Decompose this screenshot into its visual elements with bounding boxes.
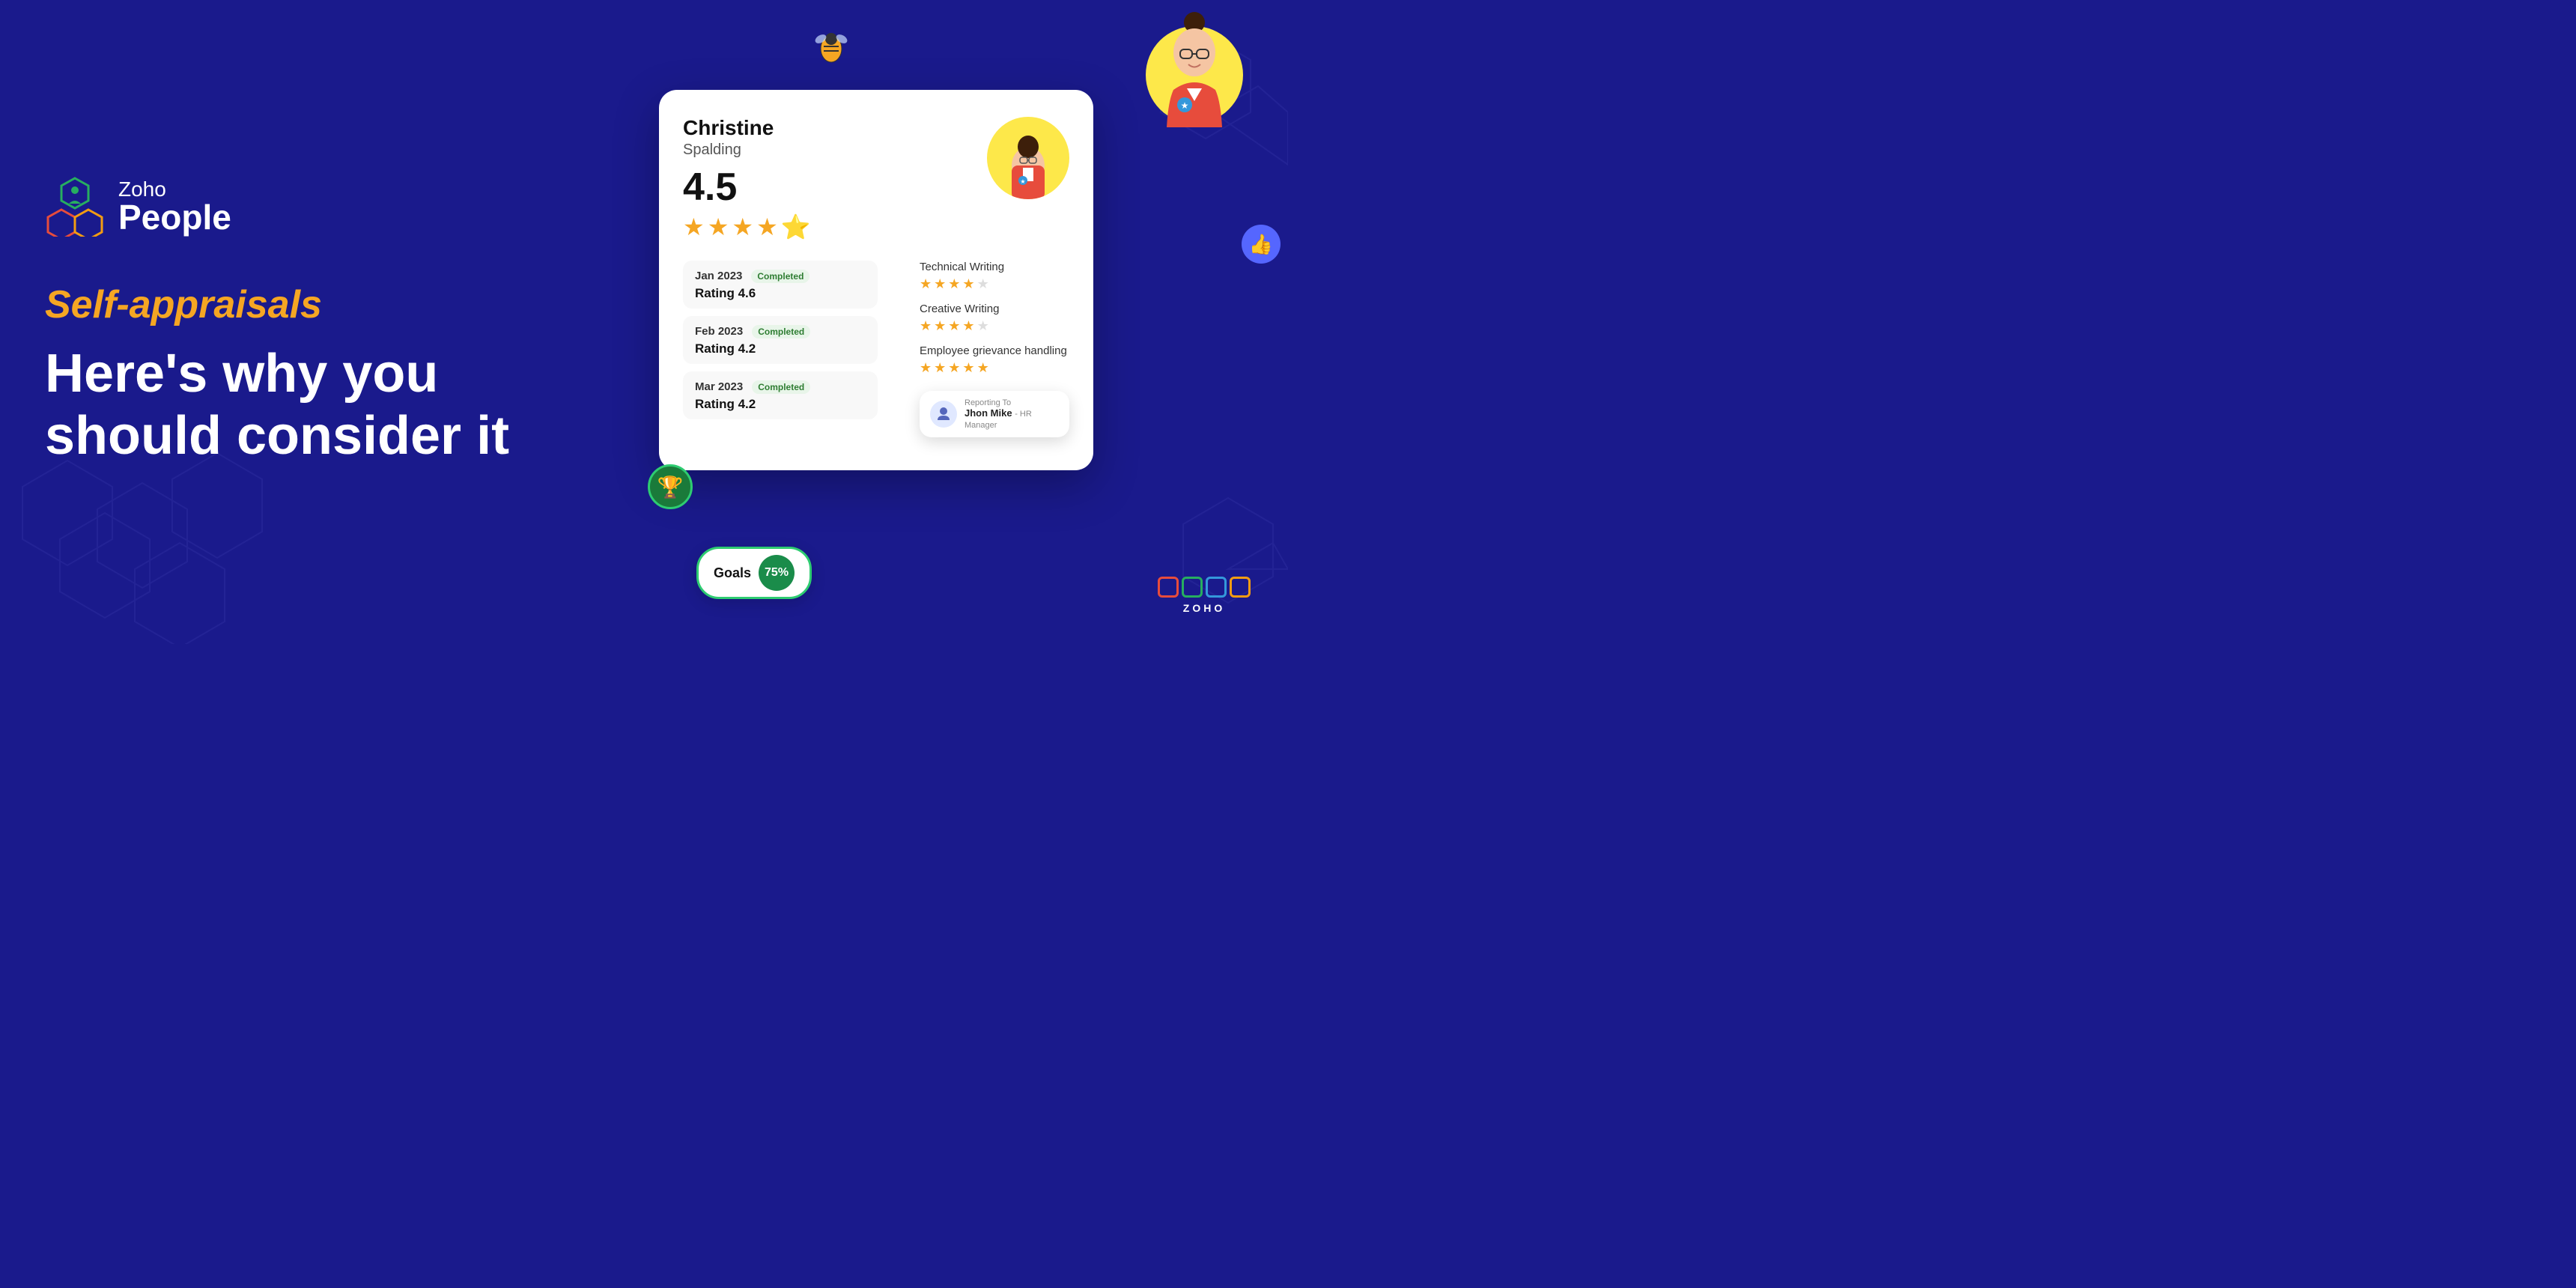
appraisal-mar-header: Mar 2023 Completed bbox=[695, 380, 866, 394]
right-panel: ★ 👍 🏆 Christine Spalding 4.5 ★ bbox=[614, 0, 1288, 644]
logo-text: Zoho People bbox=[118, 179, 231, 234]
logo-area: Zoho People bbox=[45, 177, 644, 237]
skill-grievance: Employee grievance handling ★ ★ ★ ★ ★ bbox=[920, 344, 1069, 376]
mar-rating: Rating 4.2 bbox=[695, 397, 866, 412]
person-avatar: ★ bbox=[987, 117, 1069, 214]
zoho-box-green bbox=[1182, 577, 1203, 598]
appraisal-feb: Feb 2023 Completed Rating 4.2 bbox=[683, 316, 878, 364]
overall-rating: 4.5 bbox=[683, 165, 811, 210]
reporting-avatar bbox=[930, 401, 957, 428]
appraisal-feb-header: Feb 2023 Completed bbox=[695, 325, 866, 338]
tagline-line1: Here's why you bbox=[45, 343, 644, 405]
skill-grievance-stars: ★ ★ ★ ★ ★ bbox=[920, 360, 1069, 376]
reporting-to-label: Reporting To bbox=[965, 398, 1059, 407]
jan-status: Completed bbox=[751, 270, 809, 283]
person-last-name: Spalding bbox=[683, 142, 811, 159]
skill-technical-writing-name: Technical Writing bbox=[920, 261, 1069, 273]
card-body: Jan 2023 Completed Rating 4.6 Feb 2023 C… bbox=[683, 261, 1069, 437]
star-5: ⭐ bbox=[781, 213, 811, 241]
feb-rating: Rating 4.2 bbox=[695, 341, 866, 356]
star-2: ★ bbox=[708, 213, 729, 241]
appraisal-list: Jan 2023 Completed Rating 4.6 Feb 2023 C… bbox=[683, 261, 905, 437]
star-3: ★ bbox=[732, 213, 753, 241]
thumbs-up-icon: 👍 bbox=[1242, 225, 1281, 264]
tagline-line2: should consider it bbox=[45, 405, 644, 467]
mar-month: Mar 2023 bbox=[695, 380, 743, 393]
reporting-info: Reporting To Jhon Mike - HR Manager bbox=[965, 398, 1059, 430]
zoho-logo-bottom: ZOHO bbox=[1158, 577, 1251, 614]
skills-list: Technical Writing ★ ★ ★ ★ ★ Creative Wri… bbox=[920, 261, 1069, 437]
logo-zoho: Zoho bbox=[118, 179, 231, 200]
skill-technical-writing-stars: ★ ★ ★ ★ ★ bbox=[920, 276, 1069, 292]
skill-creative-writing: Creative Writing ★ ★ ★ ★ ★ bbox=[920, 303, 1069, 334]
feb-status: Completed bbox=[752, 325, 810, 338]
person-first-name: Christine bbox=[683, 117, 811, 140]
mar-status: Completed bbox=[752, 380, 810, 394]
star-4: ★ bbox=[756, 213, 778, 241]
skill-technical-writing: Technical Writing ★ ★ ★ ★ ★ bbox=[920, 261, 1069, 292]
jan-rating: Rating 4.6 bbox=[695, 286, 866, 301]
logo-people: People bbox=[118, 200, 231, 234]
jan-month: Jan 2023 bbox=[695, 270, 742, 282]
card-header: Christine Spalding 4.5 ★ ★ ★ ★ ⭐ bbox=[683, 117, 1069, 255]
overall-stars: ★ ★ ★ ★ ⭐ bbox=[683, 213, 811, 241]
skill-creative-writing-stars: ★ ★ ★ ★ ★ bbox=[920, 318, 1069, 334]
skill-grievance-name: Employee grievance handling bbox=[920, 344, 1069, 357]
person-info: Christine Spalding 4.5 ★ ★ ★ ★ ⭐ bbox=[683, 117, 811, 255]
tagline-main: Here's why you should consider it bbox=[45, 343, 644, 467]
reporting-bubble: Reporting To Jhon Mike - HR Manager bbox=[920, 391, 1069, 437]
goals-percent: 75% bbox=[759, 555, 795, 591]
goals-label: Goals bbox=[714, 565, 751, 581]
svg-text:★: ★ bbox=[1181, 100, 1189, 111]
zoho-box-red bbox=[1158, 577, 1179, 598]
zoho-box-yellow bbox=[1230, 577, 1251, 598]
left-panel: Zoho People Self-appraisals Here's why y… bbox=[45, 0, 644, 644]
zoho-people-logo-icon bbox=[45, 177, 105, 237]
appraisal-jan: Jan 2023 Completed Rating 4.6 bbox=[683, 261, 878, 309]
bee-illustration bbox=[809, 22, 854, 74]
appraisal-mar: Mar 2023 Completed Rating 4.2 bbox=[683, 371, 878, 419]
feb-month: Feb 2023 bbox=[695, 325, 743, 338]
tagline-script: Self-appraisals bbox=[45, 282, 644, 328]
trophy-icon: 🏆 bbox=[648, 464, 693, 509]
goals-badge: Goals 75% bbox=[696, 547, 812, 599]
zoho-text: ZOHO bbox=[1183, 602, 1225, 614]
appraisal-jan-header: Jan 2023 Completed bbox=[695, 270, 866, 283]
character-illustration: ★ bbox=[1146, 7, 1243, 161]
zoho-box-blue bbox=[1206, 577, 1227, 598]
reporting-name: Jhon Mike - HR Manager bbox=[965, 407, 1059, 430]
skill-creative-writing-name: Creative Writing bbox=[920, 303, 1069, 315]
svg-text:★: ★ bbox=[1020, 178, 1025, 185]
appraisal-card: Christine Spalding 4.5 ★ ★ ★ ★ ⭐ bbox=[659, 90, 1093, 470]
star-1: ★ bbox=[683, 213, 705, 241]
zoho-boxes bbox=[1158, 577, 1251, 598]
